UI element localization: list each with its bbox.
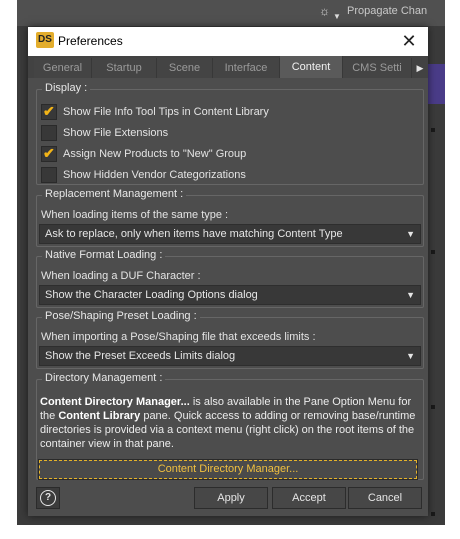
background-toolbar: ☼ ▼ Propagate Chan [17, 0, 445, 26]
tab-bar: General Startup Scene Interface Content … [28, 56, 428, 78]
background-text: Propagate Chan [347, 5, 428, 17]
preferences-dialog: DS Preferences ✕ General Startup Scene I… [28, 27, 428, 516]
background-viewport-strip [428, 64, 445, 104]
accept-button[interactable]: Accept [272, 487, 346, 509]
background-marker [431, 405, 435, 409]
native-format-group-title: Native Format Loading : [42, 249, 166, 261]
apply-button[interactable]: Apply [194, 487, 268, 509]
checkbox[interactable] [41, 167, 57, 183]
content-tab-panel: Display : ✔ Show File Info Tool Tips in … [28, 78, 428, 483]
dropdown-value: Show the Character Loading Options dialo… [45, 289, 258, 301]
replacement-prompt: When loading items of the same type : [41, 209, 229, 221]
cancel-button[interactable]: Cancel [348, 487, 422, 509]
tab-interface[interactable]: Interface [213, 58, 280, 78]
background-marker [431, 512, 435, 516]
checkmark-icon: ✔ [43, 103, 55, 119]
close-icon: ✕ [401, 31, 417, 51]
help-button[interactable]: ? [36, 487, 60, 509]
window-title: Preferences [58, 34, 123, 48]
option-label: Show Hidden Vendor Categorizations [63, 169, 246, 181]
pose-shaping-group-title: Pose/Shaping Preset Loading : [42, 310, 200, 322]
option-label: Show File Info Tool Tips in Content Libr… [63, 106, 269, 118]
background-dropdown-icon: ▼ [333, 12, 341, 21]
content-directory-manager-button[interactable]: Content Directory Manager... [38, 459, 418, 480]
pose-shaping-prompt: When importing a Pose/Shaping file that … [41, 331, 316, 343]
info-bold-text: Content Directory Manager... [40, 396, 190, 408]
background-marker [431, 128, 435, 132]
option-label: Assign New Products to "New" Group [63, 148, 247, 160]
dropdown-value: Show the Preset Exceeds Limits dialog [45, 350, 236, 362]
replacement-management-group: Replacement Management : When loading it… [36, 188, 424, 247]
pose-shaping-preset-group: Pose/Shaping Preset Loading : When impor… [36, 310, 424, 369]
tab-cms-settings[interactable]: CMS Setti [343, 58, 412, 78]
checkmark-icon: ✔ [43, 145, 55, 161]
display-group: Display : ✔ Show File Info Tool Tips in … [36, 82, 424, 185]
tab-content[interactable]: Content [280, 56, 343, 78]
replacement-dropdown[interactable]: Ask to replace, only when items have mat… [39, 224, 421, 244]
option-label: Show File Extensions [63, 127, 169, 139]
arrow-right-icon: ▶ [416, 63, 424, 73]
tab-general[interactable]: General [34, 58, 92, 78]
daz-studio-logo-icon: DS [36, 32, 54, 48]
directory-info-text: Content Directory Manager... is also ava… [40, 395, 420, 451]
title-bar[interactable]: DS Preferences ✕ [28, 27, 428, 56]
directory-management-group: Directory Management : Content Directory… [36, 372, 424, 480]
dropdown-value: Ask to replace, only when items have mat… [45, 228, 343, 240]
tab-scroll-right-button[interactable]: ▶ [412, 58, 428, 78]
pose-shaping-dropdown[interactable]: Show the Preset Exceeds Limits dialog ▼ [39, 346, 421, 366]
native-format-prompt: When loading a DUF Character : [41, 270, 201, 282]
background-marker [431, 250, 435, 254]
background-sun-icon: ☼ [319, 4, 330, 18]
native-format-loading-group: Native Format Loading : When loading a D… [36, 249, 424, 308]
tab-scene[interactable]: Scene [157, 58, 213, 78]
help-icon: ? [40, 490, 56, 506]
checkbox[interactable]: ✔ [41, 103, 57, 120]
replacement-group-title: Replacement Management : [42, 188, 187, 200]
checkbox[interactable] [41, 125, 57, 141]
checkbox[interactable]: ✔ [41, 145, 57, 162]
info-bold-text: Content Library [58, 410, 141, 422]
native-format-dropdown[interactable]: Show the Character Loading Options dialo… [39, 285, 421, 305]
chevron-down-icon: ▼ [406, 351, 415, 361]
chevron-down-icon: ▼ [406, 290, 415, 300]
dialog-footer: ? Apply Accept Cancel [28, 483, 428, 516]
tab-startup[interactable]: Startup [92, 58, 157, 78]
chevron-down-icon: ▼ [406, 229, 415, 239]
display-group-title: Display : [42, 82, 91, 94]
close-button[interactable]: ✕ [392, 27, 426, 56]
directory-group-title: Directory Management : [42, 372, 166, 384]
